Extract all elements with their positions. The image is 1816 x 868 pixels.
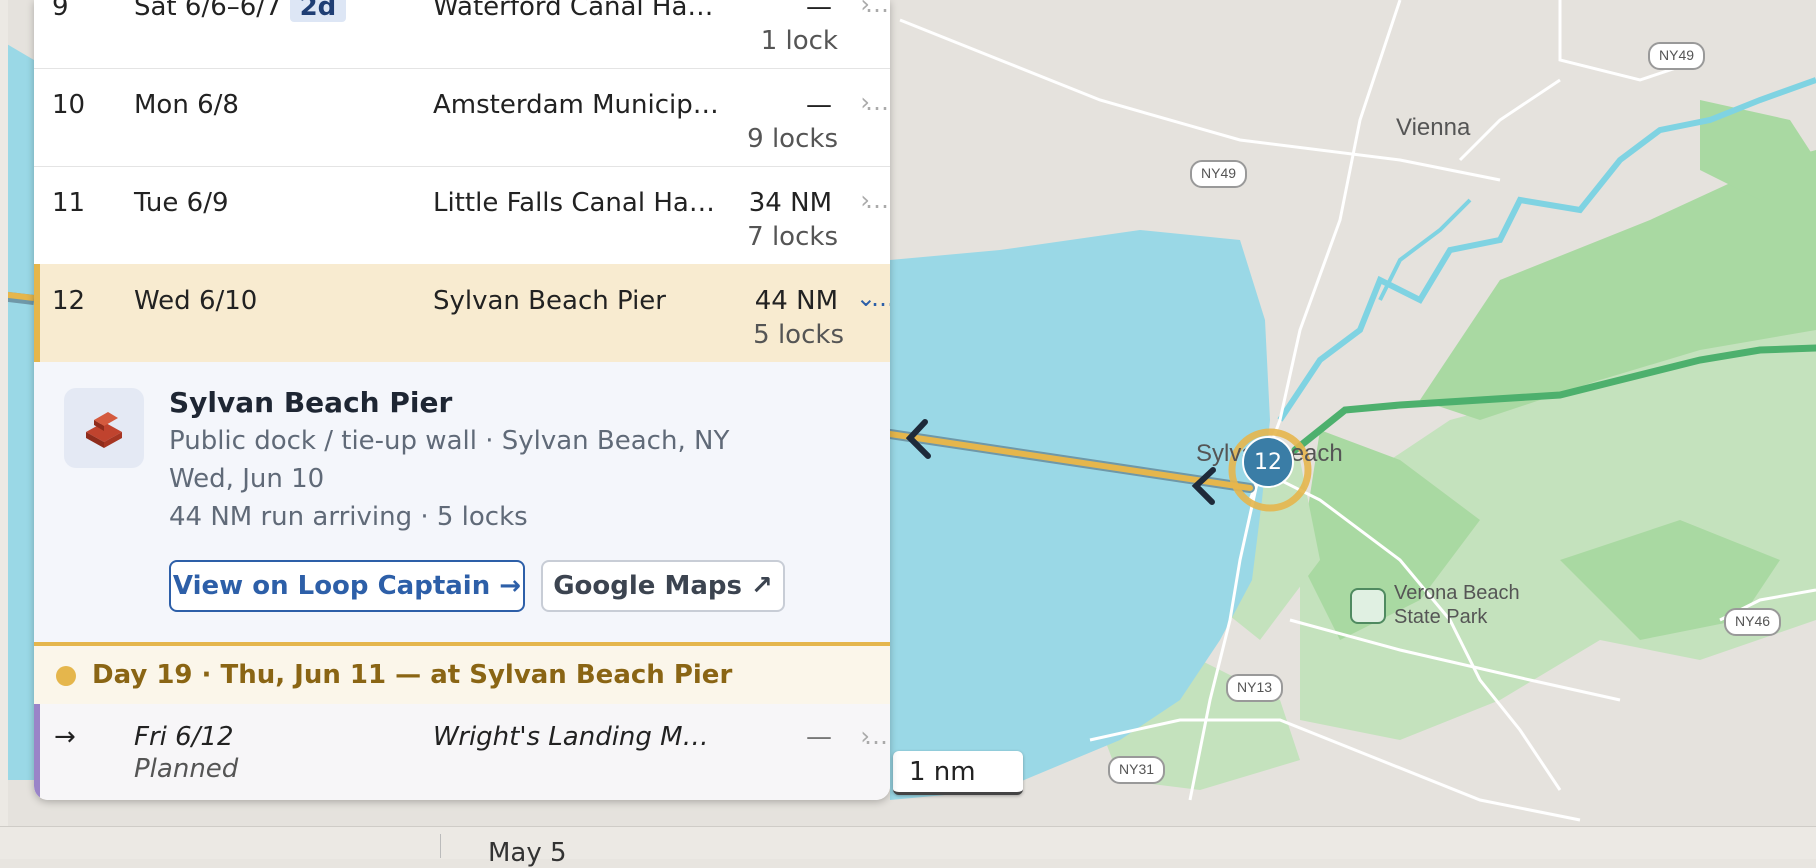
row-number: 9 <box>52 0 69 22</box>
row-locks: 7 locks <box>747 222 838 252</box>
row-destination: Waterford Canal Harbor <box>433 0 723 22</box>
stop-marker-12[interactable]: 12 <box>1242 436 1294 488</box>
itinerary-row-9[interactable]: 9 Sat 6/6–6/7 2d Waterford Canal Harbor —… <box>34 0 890 69</box>
row-locks: 1 lock <box>760 26 838 56</box>
stop-detail-card: Sylvan Beach Pier Public dock / tie-up w… <box>34 362 890 642</box>
row-locks: 5 locks <box>753 320 844 350</box>
route-shield-ny49-mid: NY49 <box>1190 160 1248 188</box>
google-maps-button[interactable]: Google Maps ↗ <box>541 560 785 612</box>
stop-summary: 44 NM run arriving · 5 locks <box>169 502 528 532</box>
route-shield-ny49-top: NY49 <box>1648 42 1706 70</box>
park-icon <box>1350 588 1386 624</box>
planned-status: Planned <box>134 754 239 784</box>
layover-dot-icon <box>56 666 76 686</box>
row-distance: — <box>806 90 832 120</box>
planned-distance: — <box>806 722 832 752</box>
row-date: Wed 6/10 <box>134 286 258 316</box>
row-number: 10 <box>52 90 86 120</box>
planned-row[interactable]: → Fri 6/12 Planned Wright's Landing Mari… <box>34 704 890 800</box>
row-distance: — <box>806 0 832 22</box>
row-destination: Amsterdam Municipal Marina <box>433 90 723 120</box>
bottom-date-text: May 5 <box>488 838 567 868</box>
more-icon[interactable]: … <box>865 88 889 116</box>
itinerary-row-11[interactable]: 11 Tue 6/9 Little Falls Canal Harbor 34 … <box>34 166 890 265</box>
map-label-verona-beach: Verona Beach <box>1394 582 1520 604</box>
stay-badge: 2d <box>289 0 347 22</box>
row-destination: Little Falls Canal Harbor <box>433 188 723 218</box>
stop-type-location: Public dock / tie-up wall · Sylvan Beach… <box>169 426 730 456</box>
dock-icon <box>64 388 144 468</box>
view-on-loop-captain-button[interactable]: View on Loop Captain → <box>169 560 525 612</box>
more-icon[interactable]: … <box>864 722 888 750</box>
window-edge <box>0 0 8 826</box>
planned-destination: Wright's Landing Marina <box>433 722 723 752</box>
bottom-strip <box>0 826 1816 859</box>
itinerary-row-12[interactable]: 12 Wed 6/10 Sylvan Beach Pier 44 NM 5 lo… <box>34 264 890 363</box>
route-shield-ny31: NY31 <box>1108 756 1166 784</box>
more-icon[interactable]: … <box>865 0 889 18</box>
arrow-right-icon: → <box>54 722 76 752</box>
row-destination: Sylvan Beach Pier <box>433 286 666 316</box>
row-date: Mon 6/8 <box>134 90 239 120</box>
row-distance: 34 NM <box>748 188 832 218</box>
row-locks: 9 locks <box>747 124 838 154</box>
itinerary-row-10[interactable]: 10 Mon 6/8 Amsterdam Municipal Marina — … <box>34 68 890 167</box>
map-scale-label: 1 nm <box>909 757 976 787</box>
route-shield-ny13: NY13 <box>1226 674 1284 702</box>
row-distance: 44 NM <box>754 286 838 316</box>
map-scale: 1 nm <box>893 751 1023 795</box>
row-date: Tue 6/9 <box>134 188 229 218</box>
stop-title: Sylvan Beach Pier <box>169 386 453 419</box>
planned-date: Fri 6/12 <box>134 722 234 752</box>
more-icon[interactable]: … <box>871 284 890 312</box>
layover-day-band: Day 19 · Thu, Jun 11 — at Sylvan Beach P… <box>34 642 890 704</box>
stop-date: Wed, Jun 10 <box>169 464 325 494</box>
route-shield-ny46: NY46 <box>1724 608 1782 636</box>
map-label-vienna: Vienna <box>1396 114 1471 141</box>
map-label-state-park: State Park <box>1394 606 1488 628</box>
more-icon[interactable]: … <box>865 186 889 214</box>
bottom-divider <box>440 834 441 858</box>
row-number: 11 <box>52 188 86 218</box>
itinerary-panel: 9 Sat 6/6–6/7 2d Waterford Canal Harbor —… <box>34 0 890 800</box>
row-number: 12 <box>52 286 86 316</box>
layover-day-text: Day 19 · Thu, Jun 11 — at Sylvan Beach P… <box>92 660 733 690</box>
row-date: Sat 6/6–6/7 2d <box>134 0 347 22</box>
